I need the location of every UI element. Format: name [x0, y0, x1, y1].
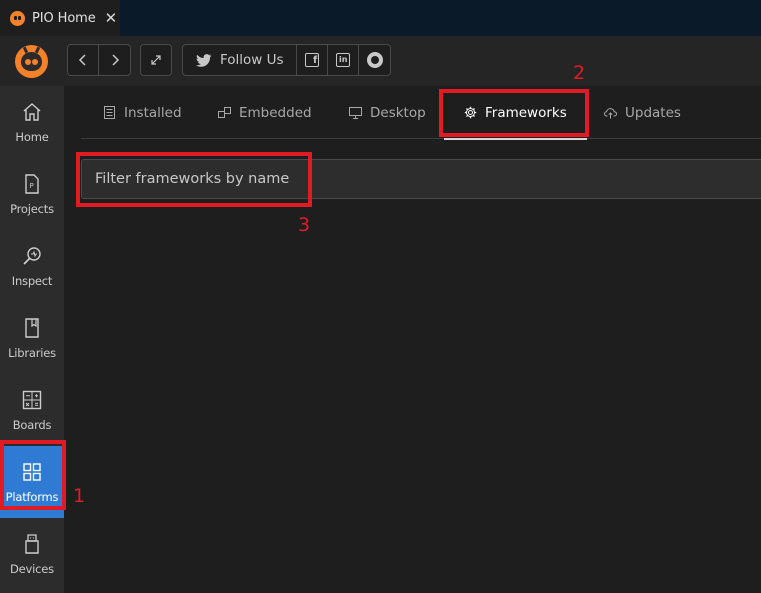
facebook-icon: f	[305, 53, 320, 67]
editor-tab-bar: PIO Home ✕	[0, 0, 761, 36]
github-button[interactable]	[359, 45, 390, 75]
sidebar-item-label: Inspect	[11, 273, 53, 288]
main-panel: Installed Embedded Desktop Frameworks Up…	[64, 86, 761, 593]
expand-icon	[151, 55, 161, 65]
sidebar: Home P Projects Inspect Libraries Boards…	[0, 86, 64, 593]
platformio-icon	[10, 10, 25, 26]
fullscreen-group	[140, 44, 172, 76]
sidebar-item-inspect[interactable]: Inspect	[0, 230, 64, 302]
sidebar-item-projects[interactable]: P Projects	[0, 158, 64, 230]
platform-tabs: Installed Embedded Desktop Frameworks Up…	[81, 86, 761, 140]
twitter-follow-button[interactable]: Follow Us	[183, 45, 298, 75]
twitter-icon	[195, 53, 212, 67]
social-links: Follow Us f in	[182, 44, 391, 76]
sidebar-item-label: Devices	[10, 561, 54, 576]
chevron-left-icon	[78, 54, 86, 66]
list-icon	[104, 106, 115, 119]
tab-updates[interactable]: Updates	[604, 86, 681, 139]
top-toolbar: Follow Us f in	[0, 36, 761, 86]
sidebar-item-platforms[interactable]: Platforms	[0, 446, 64, 518]
history-nav	[67, 44, 131, 76]
tab-desktop[interactable]: Desktop	[349, 86, 426, 139]
usb-icon	[25, 533, 39, 554]
tab-installed[interactable]: Installed	[103, 86, 182, 139]
sidebar-item-label: Home	[15, 129, 49, 144]
chevron-right-icon	[111, 54, 119, 66]
forward-button[interactable]	[99, 45, 130, 75]
sidebar-item-home[interactable]: Home	[0, 86, 64, 158]
home-icon	[23, 102, 41, 121]
sidebar-item-boards[interactable]: Boards	[0, 374, 64, 446]
tab-frameworks[interactable]: Frameworks	[444, 86, 587, 140]
svg-text:P: P	[30, 182, 34, 190]
github-icon	[366, 52, 383, 68]
inspect-icon	[23, 246, 41, 265]
sidebar-item-label: Libraries	[8, 345, 56, 360]
platformio-logo[interactable]	[15, 45, 48, 78]
follow-label: Follow Us	[219, 52, 284, 68]
close-icon[interactable]: ✕	[105, 10, 118, 26]
facebook-button[interactable]: f	[297, 45, 329, 75]
monitor-icon	[349, 107, 362, 119]
tab-label: Installed	[124, 104, 182, 121]
sidebar-item-label: Boards	[12, 417, 52, 432]
tab-embedded[interactable]: Embedded	[218, 86, 312, 139]
tab-label: Frameworks	[485, 104, 567, 121]
gear-icon	[464, 106, 477, 119]
tab-label: Desktop	[370, 104, 426, 121]
editor-tab-title: PIO Home	[32, 10, 96, 26]
tab-label: Updates	[625, 104, 681, 121]
sidebar-item-devices[interactable]: Devices	[0, 518, 64, 590]
linkedin-button[interactable]: in	[328, 45, 360, 75]
grid-icon	[23, 462, 41, 481]
linkedin-icon: in	[336, 53, 351, 67]
project-file-icon: P	[25, 173, 39, 194]
book-icon	[25, 317, 39, 338]
sidebar-item-label: Platforms	[5, 489, 59, 504]
tab-label: Embedded	[239, 104, 312, 121]
chip-icon	[218, 107, 231, 118]
sidebar-item-label: Projects	[10, 201, 54, 216]
calculator-icon	[22, 390, 42, 409]
fullscreen-button[interactable]	[141, 45, 171, 75]
editor-tab-pio-home[interactable]: PIO Home ✕	[0, 0, 120, 36]
sidebar-item-libraries[interactable]: Libraries	[0, 302, 64, 374]
back-button[interactable]	[68, 45, 99, 75]
filter-frameworks-input[interactable]	[81, 159, 761, 199]
cloud-upload-icon	[604, 108, 617, 119]
